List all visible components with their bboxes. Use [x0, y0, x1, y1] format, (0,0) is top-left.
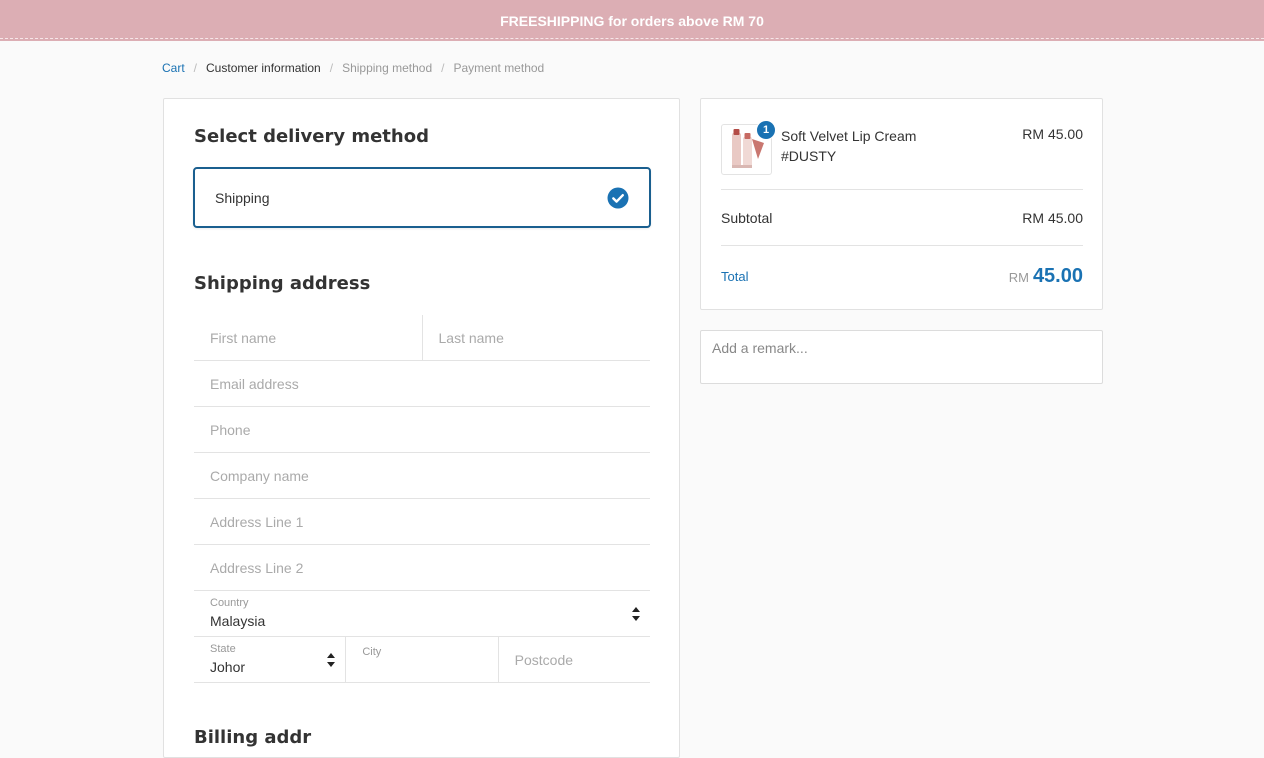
breadcrumb-customer-information: Customer information: [206, 61, 321, 75]
delivery-method-title: Select delivery method: [194, 126, 429, 147]
email-field[interactable]: Email address: [194, 361, 650, 406]
city-label: City: [362, 646, 382, 658]
breadcrumb-separator: /: [441, 61, 445, 75]
quantity-badge: 1: [756, 120, 776, 140]
subtotal-label: Subtotal: [721, 209, 773, 226]
breadcrumb-cart[interactable]: Cart: [162, 61, 185, 75]
company-name-field[interactable]: Company name: [194, 453, 650, 498]
product-variant: #DUSTY: [781, 148, 837, 164]
phone-row: Phone: [194, 407, 650, 453]
address-line-2-row: Address Line 2: [194, 545, 650, 591]
name-row: First name Last name: [194, 315, 650, 361]
country-select[interactable]: Country Malaysia: [194, 591, 650, 636]
delivery-option-label: Shipping: [215, 189, 270, 206]
state-select[interactable]: State Johor: [194, 637, 345, 682]
breadcrumb-separator: /: [193, 61, 198, 75]
promo-banner-text: FREESHIPPING for orders above RM 70: [500, 12, 764, 29]
subtotal-value: RM 45.00: [1022, 209, 1083, 226]
breadcrumb-shipping-method: Shipping method: [342, 61, 433, 75]
total-currency: RM: [1008, 269, 1029, 285]
city-field[interactable]: City: [345, 637, 497, 682]
company-row: Company name: [194, 453, 650, 499]
address-line-1-field[interactable]: Address Line 1: [194, 499, 650, 544]
state-city-postcode-row: State Johor City Postcode: [194, 637, 650, 683]
country-label: Country: [210, 597, 249, 609]
subtotal-row: Subtotal RM 45.00: [721, 190, 1083, 246]
checkout-form-panel: Select delivery method Shipping Shipping…: [163, 98, 680, 758]
breadcrumb: Cart / Customer information / Shipping m…: [162, 61, 544, 75]
address-line-2-field[interactable]: Address Line 2: [194, 545, 650, 590]
product-price: RM 45.00: [1022, 126, 1083, 142]
postcode-field[interactable]: Postcode: [497, 637, 650, 682]
shipping-address-form: First name Last name Email address Phone…: [194, 315, 650, 683]
total-label: Total: [721, 268, 749, 284]
phone-field[interactable]: Phone: [194, 407, 650, 452]
first-name-field[interactable]: First name: [194, 315, 422, 360]
state-value: Johor: [210, 659, 246, 675]
total-value: 45.00: [1032, 264, 1083, 287]
shipping-address-title: Shipping address: [194, 273, 371, 294]
remark-input[interactable]: [700, 330, 1103, 384]
country-value: Malaysia: [210, 613, 266, 629]
cart-line-item: 1 Soft Velvet Lip Cream #DUSTY RM 45.00: [721, 120, 1083, 190]
breadcrumb-separator: /: [329, 61, 334, 75]
address-line-1-row: Address Line 1: [194, 499, 650, 545]
email-row: Email address: [194, 361, 650, 407]
total-amount: RM 45.00: [1009, 265, 1083, 288]
product-name-line-1: Soft Velvet Lip Cream: [781, 128, 917, 144]
country-row: Country Malaysia: [194, 591, 650, 637]
product-thumbnail: 1: [721, 120, 776, 175]
promo-banner: FREESHIPPING for orders above RM 70: [0, 0, 1264, 41]
billing-address-title: Billing addr: [194, 727, 312, 748]
last-name-field[interactable]: Last name: [421, 315, 651, 360]
select-arrows-icon: [327, 652, 336, 667]
breadcrumb-payment-method: Payment method: [453, 61, 545, 75]
delivery-option-shipping[interactable]: Shipping: [193, 167, 651, 228]
total-row: Total RM 45.00: [721, 246, 1083, 306]
order-summary: 1 Soft Velvet Lip Cream #DUSTY RM 45.00 …: [700, 98, 1103, 310]
product-name: Soft Velvet Lip Cream #DUSTY: [781, 126, 916, 166]
check-circle-icon: [607, 187, 629, 208]
select-arrows-icon: [632, 606, 640, 621]
state-label: State: [210, 643, 236, 655]
